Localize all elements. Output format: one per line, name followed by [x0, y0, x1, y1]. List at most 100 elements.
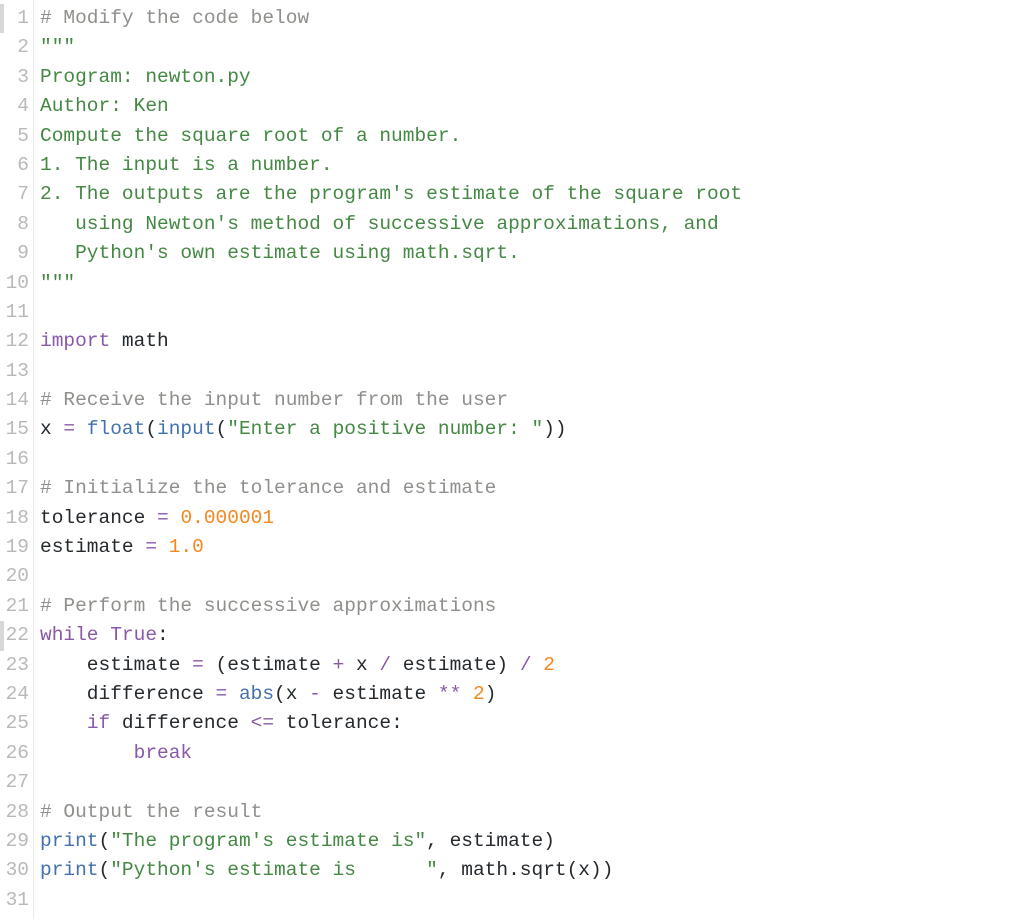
- code-token: [461, 683, 473, 705]
- code-token: import: [40, 330, 110, 352]
- code-token: (: [99, 830, 111, 852]
- code-token: ): [485, 683, 497, 705]
- code-line[interactable]: [40, 298, 1020, 327]
- line-number: 27: [0, 768, 29, 797]
- code-token: :: [157, 624, 169, 646]
- code-token: [157, 536, 169, 558]
- code-token: abs: [239, 683, 274, 705]
- code-token: (: [99, 859, 111, 881]
- code-line[interactable]: 2. The outputs are the program's estimat…: [40, 180, 1020, 209]
- code-token: =: [145, 536, 157, 558]
- code-token: [169, 507, 181, 529]
- code-token: -: [309, 683, 321, 705]
- line-number: 15: [0, 415, 29, 444]
- code-token: (x: [274, 683, 309, 705]
- line-number: 18: [0, 504, 29, 533]
- line-number: 22: [0, 621, 29, 650]
- code-line[interactable]: [40, 357, 1020, 386]
- code-token: difference: [110, 712, 250, 734]
- code-line[interactable]: [40, 768, 1020, 797]
- code-line[interactable]: [40, 562, 1020, 591]
- code-token: print: [40, 830, 99, 852]
- line-number: 10: [0, 269, 29, 298]
- code-line[interactable]: print("The program's estimate is", estim…: [40, 827, 1020, 856]
- code-editor[interactable]: 1234567891011121314151617181920212223242…: [0, 0, 1020, 919]
- code-line[interactable]: import math: [40, 327, 1020, 356]
- code-token: tolerance: [40, 507, 157, 529]
- line-number: 12: [0, 327, 29, 356]
- code-token: x: [40, 418, 63, 440]
- code-token: estimate: [40, 536, 145, 558]
- code-line[interactable]: Python's own estimate using math.sqrt.: [40, 239, 1020, 268]
- code-line[interactable]: using Newton's method of successive appr…: [40, 210, 1020, 239]
- code-line[interactable]: tolerance = 0.000001: [40, 504, 1020, 533]
- code-line[interactable]: Author: Ken: [40, 92, 1020, 121]
- code-line[interactable]: [40, 886, 1020, 915]
- line-number: 8: [0, 210, 29, 239]
- code-token: estimate: [321, 683, 438, 705]
- code-token: using Newton's method of successive appr…: [40, 213, 719, 235]
- code-token: if: [87, 712, 110, 734]
- code-token: input: [157, 418, 216, 440]
- line-number: 14: [0, 386, 29, 415]
- code-token: difference: [40, 683, 216, 705]
- code-token: 2. The outputs are the program's estimat…: [40, 183, 742, 205]
- code-line[interactable]: # Receive the input number from the user: [40, 386, 1020, 415]
- line-number: 5: [0, 122, 29, 151]
- code-line[interactable]: Compute the square root of a number.: [40, 122, 1020, 151]
- line-number: 13: [0, 357, 29, 386]
- code-token: """: [40, 36, 75, 58]
- code-token: # Receive the input number from the user: [40, 389, 508, 411]
- code-line[interactable]: while True:: [40, 621, 1020, 650]
- code-line[interactable]: [40, 445, 1020, 474]
- code-token: print: [40, 859, 99, 881]
- line-number-gutter: 1234567891011121314151617181920212223242…: [0, 0, 34, 919]
- code-line[interactable]: # Initialize the tolerance and estimate: [40, 474, 1020, 503]
- code-content[interactable]: # Modify the code below """ Program: newto…: [34, 0, 1020, 919]
- line-number: 7: [0, 180, 29, 209]
- code-token: , math.sqrt(x)): [438, 859, 614, 881]
- code-token: [75, 418, 87, 440]
- code-token: (: [216, 418, 228, 440]
- code-token: # Perform the successive approximations: [40, 595, 496, 617]
- line-number: 29: [0, 827, 29, 856]
- code-token: # Modify the code below: [40, 7, 309, 29]
- code-line[interactable]: break: [40, 739, 1020, 768]
- code-token: **: [438, 683, 461, 705]
- line-number: 11: [0, 298, 29, 327]
- line-number: 20: [0, 562, 29, 591]
- code-token: # Output the result: [40, 801, 262, 823]
- line-number: 4: [0, 92, 29, 121]
- code-token: Program: newton.py: [40, 66, 251, 88]
- code-token: "Python's estimate is ": [110, 859, 438, 881]
- gutter-marker: [0, 4, 4, 33]
- code-token: x: [344, 654, 379, 676]
- line-number: 23: [0, 651, 29, 680]
- code-token: "Enter a positive number: ": [227, 418, 543, 440]
- code-token: # Initialize the tolerance and estimate: [40, 477, 496, 499]
- code-line[interactable]: # Perform the successive approximations: [40, 592, 1020, 621]
- line-number: 31: [0, 886, 29, 915]
- code-line[interactable]: if difference <= tolerance:: [40, 709, 1020, 738]
- code-line[interactable]: x = float(input("Enter a positive number…: [40, 415, 1020, 444]
- code-token: Compute the square root of a number.: [40, 125, 461, 147]
- code-line[interactable]: """: [40, 33, 1020, 62]
- code-token: [532, 654, 544, 676]
- code-line[interactable]: estimate = (estimate + x / estimate) / 2: [40, 651, 1020, 680]
- code-line[interactable]: estimate = 1.0: [40, 533, 1020, 562]
- line-number: 2: [0, 33, 29, 62]
- code-token: )): [543, 418, 566, 440]
- line-number: 30: [0, 856, 29, 885]
- code-line[interactable]: Program: newton.py: [40, 63, 1020, 92]
- code-line[interactable]: """: [40, 269, 1020, 298]
- code-line[interactable]: 1. The input is a number.: [40, 151, 1020, 180]
- code-line[interactable]: difference = abs(x - estimate ** 2): [40, 680, 1020, 709]
- code-line[interactable]: # Output the result: [40, 798, 1020, 827]
- code-line[interactable]: print("Python's estimate is ", math.sqrt…: [40, 856, 1020, 885]
- code-token: =: [216, 683, 228, 705]
- code-token: estimate: [40, 654, 192, 676]
- line-number: 17: [0, 474, 29, 503]
- code-token: 0.000001: [180, 507, 274, 529]
- line-number: 19: [0, 533, 29, 562]
- code-line[interactable]: # Modify the code below: [40, 4, 1020, 33]
